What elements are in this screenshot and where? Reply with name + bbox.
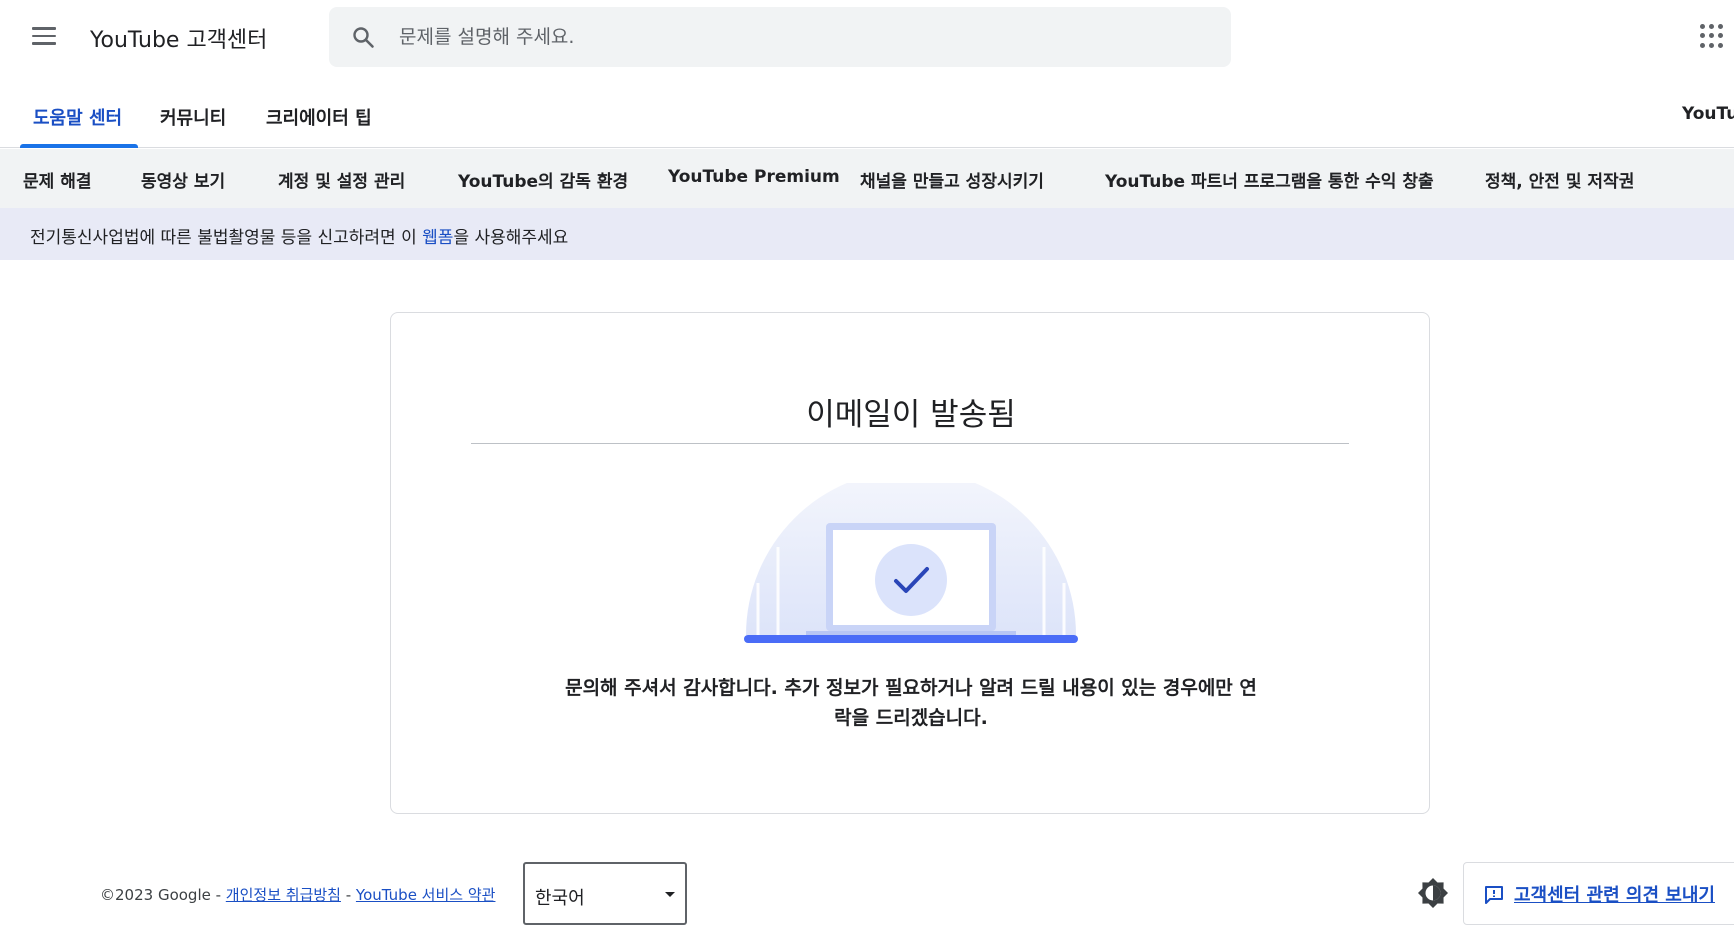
check-circle [875, 544, 947, 616]
category-policy-safety[interactable]: 정책, 안전 및 저작권 [1485, 167, 1634, 192]
email-sent-illustration [744, 483, 1078, 643]
site-tabs: 도움말 센터 커뮤니티 크리에이터 팁 YouTul [0, 86, 1734, 148]
card-divider [471, 443, 1349, 444]
category-partner-program[interactable]: YouTube 파트너 프로그램을 통한 수익 창출 [1105, 167, 1434, 192]
category-watch-videos[interactable]: 동영상 보기 [141, 167, 225, 192]
card-title: 이메일이 발송됨 [806, 397, 1016, 433]
caret-down-icon [665, 892, 675, 897]
tab-youtube-truncated[interactable]: YouTul [1682, 104, 1734, 124]
terms-of-service-link[interactable]: YouTube 서비스 약관 [356, 886, 496, 904]
send-feedback-button[interactable]: 고객센터 관련 의견 보내기 [1463, 862, 1734, 925]
language-selected-label: 한국어 [535, 888, 585, 909]
menu-icon[interactable] [26, 18, 62, 54]
search-icon[interactable] [351, 25, 375, 49]
banner-text: 전기통신사업법에 따른 불법촬영물 등을 신고하려면 이 웹폼을 사용해주세요 [30, 223, 568, 248]
copyright-text: ©2023 Google - [100, 886, 226, 904]
language-select[interactable]: 한국어 [523, 862, 687, 925]
privacy-policy-link[interactable]: 개인정보 취급방침 [226, 886, 341, 904]
category-grow-channel[interactable]: 채널을 만들고 성장시키기 [860, 167, 1044, 192]
category-nav: 문제 해결 동영상 보기 계정 및 설정 관리 YouTube의 감독 환경 Y… [0, 149, 1734, 208]
tab-community[interactable]: 커뮤니티 [160, 86, 226, 148]
search-box[interactable] [329, 7, 1231, 67]
confirmation-card: 이메일이 발송됨 문의해 주셔서 감사합니다. 추가 정보가 필요하거나 알려 … [390, 312, 1430, 814]
search-input[interactable] [399, 7, 1199, 67]
category-troubleshoot[interactable]: 문제 해결 [23, 167, 91, 192]
tab-creator-tips[interactable]: 크리에이터 팁 [266, 86, 372, 148]
webform-link[interactable]: 웹폼 [422, 228, 453, 248]
card-message: 문의해 주셔서 감사합니다. 추가 정보가 필요하거나 알려 드릴 내용이 있는… [565, 677, 1257, 729]
brightness-icon[interactable] [1416, 876, 1450, 910]
banner-text-before: 전기통신사업법에 따른 불법촬영물 등을 신고하려면 이 [30, 228, 423, 248]
tab-help-center[interactable]: 도움말 센터 [33, 86, 122, 148]
top-app-bar: YouTube 고객센터 [0, 0, 1734, 70]
category-supervised[interactable]: YouTube의 감독 환경 [458, 167, 628, 192]
apps-grid-icon[interactable] [1700, 24, 1724, 48]
banner-text-after: 을 사용해주세요 [453, 228, 569, 248]
feedback-icon [1485, 886, 1503, 904]
app-title[interactable]: YouTube 고객센터 [90, 22, 267, 54]
notice-banner: 전기통신사업법에 따른 불법촬영물 등을 신고하려면 이 웹폼을 사용해주세요 [0, 208, 1734, 260]
category-account-settings[interactable]: 계정 및 설정 관리 [278, 167, 405, 192]
footer-separator: - [340, 886, 356, 904]
active-tab-indicator [20, 144, 138, 148]
footer-copyright: ©2023 Google - 개인정보 취급방침 - YouTube 서비스 약… [100, 884, 495, 905]
send-feedback-label: 고객센터 관련 의견 보내기 [1514, 885, 1715, 906]
category-premium[interactable]: YouTube Premium [668, 167, 840, 187]
